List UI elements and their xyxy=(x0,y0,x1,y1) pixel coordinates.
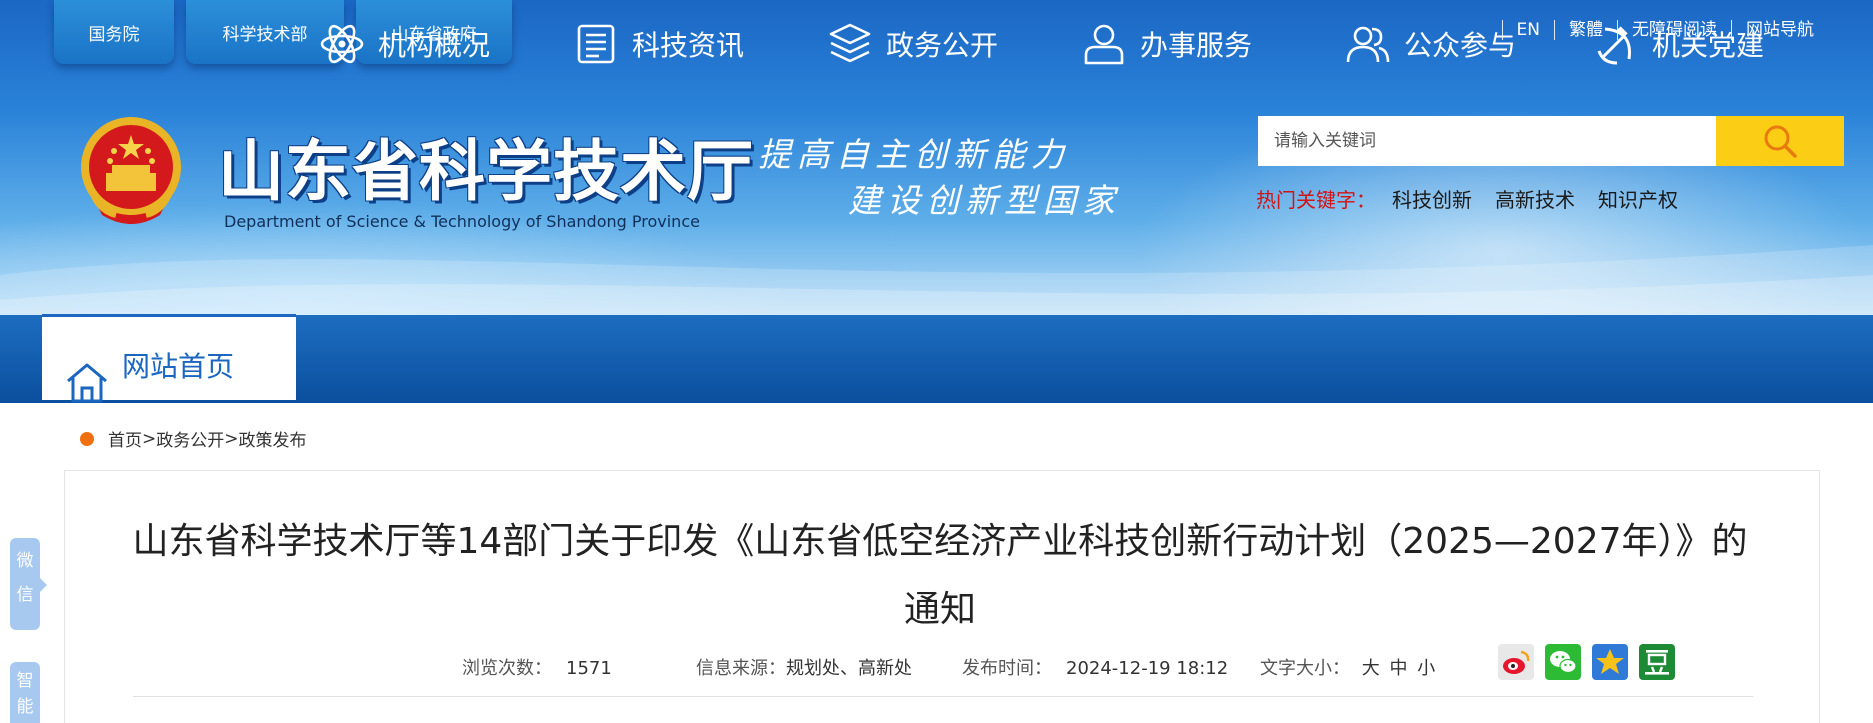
nav-item-about[interactable]: 机构概况 xyxy=(318,0,490,88)
hot-keyword-ip[interactable]: 知识产权 xyxy=(1598,184,1678,213)
site-title: 山东省科学技术厅 xyxy=(218,132,754,210)
meta-views-value: 1571 xyxy=(566,658,612,679)
breadcrumb-separator: > xyxy=(142,428,157,449)
meta-date-value: 2024-12-19 18:12 xyxy=(1066,658,1229,679)
article-title-line1: 山东省科学技术厅等14部门关于印发《山东省低空经济产业科技创新行动计划（2025… xyxy=(132,521,1748,562)
search-icon xyxy=(1764,125,1797,158)
meta-date-label: 发布时间： xyxy=(962,658,1052,679)
breadcrumb-separator: > xyxy=(224,428,239,449)
font-size-small[interactable]: 小 xyxy=(1417,658,1435,679)
meta-font-size-label: 文字大小： xyxy=(1260,658,1350,679)
party-emblem-icon xyxy=(1592,20,1640,68)
breadcrumb-dot-icon xyxy=(80,431,94,446)
search-button[interactable] xyxy=(1716,116,1844,166)
hot-keywords-label: 热门关键字： xyxy=(1256,188,1376,212)
meta-views-label: 浏览次数： xyxy=(462,658,552,679)
nav-item-news[interactable]: 科技资讯 xyxy=(572,0,744,88)
slogan-line2: 建设创新型国家 xyxy=(848,181,1121,220)
nav-label-news: 科技资讯 xyxy=(632,29,745,62)
nav-label-services: 办事服务 xyxy=(1140,29,1253,62)
nav-item-public[interactable]: 公众参与 xyxy=(1344,0,1516,88)
nav-item-home[interactable]: 网站首页 xyxy=(42,314,296,403)
article-title: 山东省科学技术厅等14部门关于印发《山东省低空经济产业科技创新行动计划（2025… xyxy=(130,508,1750,644)
side-tag-wechat-label: 微信 xyxy=(16,551,34,605)
nav-item-gov-affairs[interactable]: 政务公开 xyxy=(826,0,998,88)
gov-link-state-council[interactable]: 国务院 xyxy=(54,0,174,64)
side-tag-smart-qa[interactable]: 智能问 xyxy=(10,662,40,723)
site-subtitle: Department of Science & Technology of Sh… xyxy=(224,212,700,231)
nav-label-party: 机关党建 xyxy=(1652,29,1765,62)
page: 国务院 科学技术部 山东省政府 EN 繁體 无障碍阅读 网站导航 山东省科学技术… xyxy=(0,0,1873,723)
breadcrumb-gov-affairs[interactable]: 政务公开 xyxy=(156,426,224,451)
slogan-line1: 提高自主创新能力 xyxy=(758,135,1070,174)
nav-label-about: 机构概况 xyxy=(378,29,491,62)
meta-font-size: 文字大小： 大 中 小 xyxy=(1260,654,1435,680)
meta-date: 发布时间： 2024-12-19 18:12 xyxy=(962,654,1228,680)
document-icon xyxy=(572,20,620,68)
users-icon xyxy=(1344,20,1392,68)
share-qzone-button[interactable] xyxy=(1592,644,1628,680)
font-size-medium[interactable]: 中 xyxy=(1389,658,1407,679)
hot-keywords: 热门关键字： 科技创新 高新技术 知识产权 xyxy=(1256,184,1701,213)
breadcrumb-policy-release[interactable]: 政策发布 xyxy=(239,426,307,451)
nav-label-home: 网站首页 xyxy=(122,350,235,383)
douban-icon xyxy=(1645,650,1669,675)
meta-source-value: 规划处、高新处 xyxy=(786,658,912,679)
national-emblem-logo xyxy=(81,117,181,224)
font-size-large[interactable]: 大 xyxy=(1362,658,1380,679)
atom-icon xyxy=(318,20,366,68)
wechat-icon xyxy=(1550,651,1577,674)
share-wechat-button[interactable] xyxy=(1545,644,1581,680)
layers-icon xyxy=(826,20,874,68)
hot-keyword-innovation[interactable]: 科技创新 xyxy=(1392,184,1472,213)
nav-item-services[interactable]: 办事服务 xyxy=(1080,0,1252,88)
meta-source: 信息来源：规划处、高新处 xyxy=(696,654,912,680)
hot-keyword-hightech[interactable]: 高新技术 xyxy=(1495,184,1575,213)
qzone-icon xyxy=(1596,649,1624,674)
nav-label-gov-affairs: 政务公开 xyxy=(886,29,999,62)
user-icon xyxy=(1080,20,1128,68)
nav-item-party[interactable]: 机关党建 xyxy=(1592,0,1764,88)
share-weibo-button[interactable] xyxy=(1498,644,1534,680)
meta-source-label: 信息来源： xyxy=(696,658,786,679)
article-title-line2: 通知 xyxy=(903,589,976,630)
article-divider xyxy=(133,696,1753,697)
search-input[interactable] xyxy=(1258,116,1716,166)
side-tag-arrow-icon xyxy=(40,578,47,592)
weibo-icon xyxy=(1503,650,1530,674)
meta-views: 浏览次数： 1571 xyxy=(462,654,612,680)
side-tag-wechat[interactable]: 微信 xyxy=(10,538,47,630)
side-tag-smart-label: 智能问 xyxy=(16,671,34,717)
breadcrumb-home[interactable]: 首页 xyxy=(108,426,142,451)
share-douban-button[interactable] xyxy=(1639,644,1675,680)
home-icon xyxy=(67,363,107,403)
nav-label-public: 公众参与 xyxy=(1404,29,1517,62)
breadcrumb: 首页 > 政务公开 > 政策发布 xyxy=(80,426,307,451)
